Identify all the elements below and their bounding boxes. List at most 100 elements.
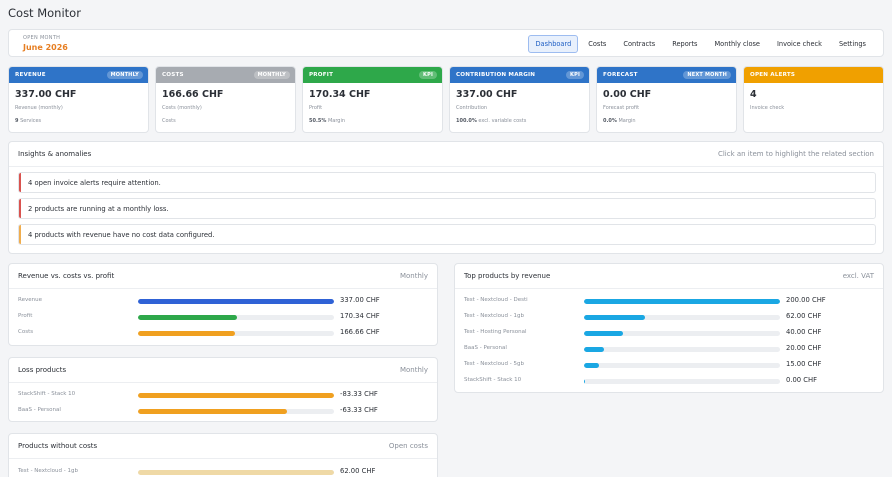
- kpi-profit[interactable]: PROFIT KPI 170.34 CHF Profit 50.5% Margi…: [302, 66, 443, 133]
- kpi-note: 9 Services: [15, 118, 41, 124]
- kpi-costs[interactable]: COSTS MONTHLY 166.66 CHF Costs (monthly)…: [155, 66, 296, 133]
- bar-label: StackShift - Stack 10: [464, 377, 522, 383]
- nav-reports[interactable]: Reports: [665, 35, 704, 53]
- bar-label: BaaS - Personal: [464, 345, 507, 351]
- bar-value: -83.33 CHF: [340, 390, 378, 398]
- bar-row[interactable]: Test - Nextcloud - 1gb 62.00 CHF: [464, 312, 874, 322]
- bar-row[interactable]: Profit 170.34 CHF: [18, 312, 428, 322]
- kpi-value: 4: [750, 89, 757, 100]
- bar-fill: [584, 331, 624, 336]
- kpi-value: 337.00 CHF: [15, 89, 77, 100]
- kpi-forecast[interactable]: FORECAST NEXT MONTH 0.00 CHF Forecast pr…: [596, 66, 737, 133]
- bar-row[interactable]: Revenue 337.00 CHF: [18, 296, 428, 306]
- bar-value: -63.33 CHF: [340, 406, 378, 414]
- divider: [9, 382, 437, 383]
- kpi-note: 0.0% Margin: [603, 118, 636, 124]
- insights-panel: Insights & anomalies Click an item to hi…: [8, 141, 884, 254]
- kpi-header: REVENUE MONTHLY: [9, 67, 148, 83]
- kpi-title: FORECAST: [603, 72, 638, 78]
- insight-item[interactable]: 2 products are running at a monthly loss…: [18, 198, 876, 219]
- open-month-label: OPEN MONTH: [23, 35, 61, 41]
- divider: [9, 458, 437, 459]
- kpi-badge: MONTHLY: [253, 71, 290, 79]
- nav-settings[interactable]: Settings: [832, 35, 873, 53]
- bar-row[interactable]: Test - Nextcloud - 1gb 62.00 CHF: [18, 467, 428, 477]
- kpi-open-alerts[interactable]: OPEN ALERTS 4 Invoice check: [743, 66, 884, 133]
- nav-monthly-close[interactable]: Monthly close: [707, 35, 766, 53]
- kpi-header: COSTS MONTHLY: [156, 67, 295, 83]
- bar-track: [584, 379, 780, 384]
- bar-value: 20.00 CHF: [786, 344, 822, 352]
- bar-value: 170.34 CHF: [340, 312, 380, 320]
- panel-title: Products without costs: [18, 442, 98, 450]
- kpi-value: 166.66 CHF: [162, 89, 224, 100]
- divider: [9, 166, 883, 167]
- kpi-header: FORECAST NEXT MONTH: [597, 67, 736, 83]
- bar-track: [138, 470, 334, 475]
- kpi-title: REVENUE: [15, 72, 46, 78]
- kpi-revenue[interactable]: REVENUE MONTHLY 337.00 CHF Revenue (mont…: [8, 66, 149, 133]
- bar-value: 15.00 CHF: [786, 360, 822, 368]
- kpi-contribution-margin[interactable]: CONTRIBUTION MARGIN KPI 337.00 CHF Contr…: [449, 66, 590, 133]
- nav-dashboard[interactable]: Dashboard: [528, 35, 579, 53]
- bar-track: [584, 331, 780, 336]
- nav-contracts[interactable]: Contracts: [616, 35, 662, 53]
- insight-item[interactable]: 4 open invoice alerts require attention.: [18, 172, 876, 193]
- bar-row[interactable]: StackShift - Stack 10 -83.33 CHF: [18, 390, 428, 400]
- kpi-badge: NEXT MONTH: [683, 71, 731, 79]
- bar-row[interactable]: BaaS - Personal 20.00 CHF: [464, 344, 874, 354]
- bar-row[interactable]: StackShift - Stack 10 0.00 CHF: [464, 376, 874, 386]
- kpi-note: 50.5% Margin: [309, 118, 345, 124]
- top-bar: OPEN MONTH June 2026 Dashboard Costs Con…: [8, 29, 884, 57]
- kpi-header: OPEN ALERTS: [744, 67, 883, 83]
- bar-label: Test - Nextcloud - 1gb: [464, 313, 524, 319]
- kpi-header: CONTRIBUTION MARGIN KPI: [450, 67, 589, 83]
- kpi-note-text: Services: [20, 118, 42, 124]
- revenue-costs-profit-panel: Revenue vs. costs vs. profit Monthly Rev…: [8, 263, 438, 346]
- bar-value: 62.00 CHF: [340, 467, 376, 475]
- divider: [9, 288, 437, 289]
- bar-track: [584, 299, 780, 304]
- bar-row[interactable]: BaaS - Personal -63.33 CHF: [18, 406, 428, 416]
- app-title: Cost Monitor: [8, 6, 81, 20]
- kpi-badge: KPI: [566, 71, 584, 79]
- kpi-note-text: Costs: [162, 118, 176, 124]
- bar-value: 337.00 CHF: [340, 296, 380, 304]
- bar-value: 166.66 CHF: [340, 328, 380, 336]
- bar-value: 0.00 CHF: [786, 376, 818, 384]
- bar-fill: [138, 393, 334, 398]
- panel-hint: Monthly: [399, 366, 428, 374]
- bar-row[interactable]: Test - Nextcloud - 5gb 15.00 CHF: [464, 360, 874, 370]
- kpi-note-strong: 50.5%: [309, 118, 327, 124]
- insights-title: Insights & anomalies: [18, 150, 92, 158]
- kpi-header: PROFIT KPI: [303, 67, 442, 83]
- divider: [455, 288, 883, 289]
- bar-row[interactable]: Test - Hosting Personal 40.00 CHF: [464, 328, 874, 338]
- insight-item[interactable]: 4 products with revenue have no cost dat…: [18, 224, 876, 245]
- insight-text: 2 products are running at a monthly loss…: [28, 204, 169, 213]
- bar-track: [138, 315, 334, 320]
- insight-text: 4 open invoice alerts require attention.: [28, 178, 161, 187]
- panel-title: Loss products: [18, 366, 67, 374]
- bar-fill: [138, 299, 334, 304]
- open-costs-link[interactable]: Open costs: [389, 442, 428, 450]
- panel-title: Top products by revenue: [464, 272, 551, 280]
- bar-label: StackShift - Stack 10: [18, 391, 76, 397]
- kpi-note-text: excl. variable costs: [478, 118, 527, 124]
- bar-value: 200.00 CHF: [786, 296, 826, 304]
- top-products-panel: Top products by revenue excl. VAT Test -…: [454, 263, 884, 393]
- bar-row[interactable]: Test - Nextcloud - Desti 200.00 CHF: [464, 296, 874, 306]
- kpi-badge: KPI: [419, 71, 437, 79]
- bar-track: [584, 347, 780, 352]
- bar-row[interactable]: Costs 166.66 CHF: [18, 328, 428, 338]
- bar-fill: [584, 347, 604, 352]
- bar-value: 62.00 CHF: [786, 312, 822, 320]
- products-without-costs-panel: Products without costs Open costs Test -…: [8, 433, 438, 477]
- nav-costs[interactable]: Costs: [581, 35, 613, 53]
- bar-label: Profit: [18, 313, 33, 319]
- bar-track: [138, 331, 334, 336]
- kpi-title: CONTRIBUTION MARGIN: [456, 72, 536, 78]
- insight-text: 4 products with revenue have no cost dat…: [28, 230, 215, 239]
- nav-invoice-check[interactable]: Invoice check: [770, 35, 829, 53]
- bar-label: Test - Nextcloud - 1gb: [18, 468, 78, 474]
